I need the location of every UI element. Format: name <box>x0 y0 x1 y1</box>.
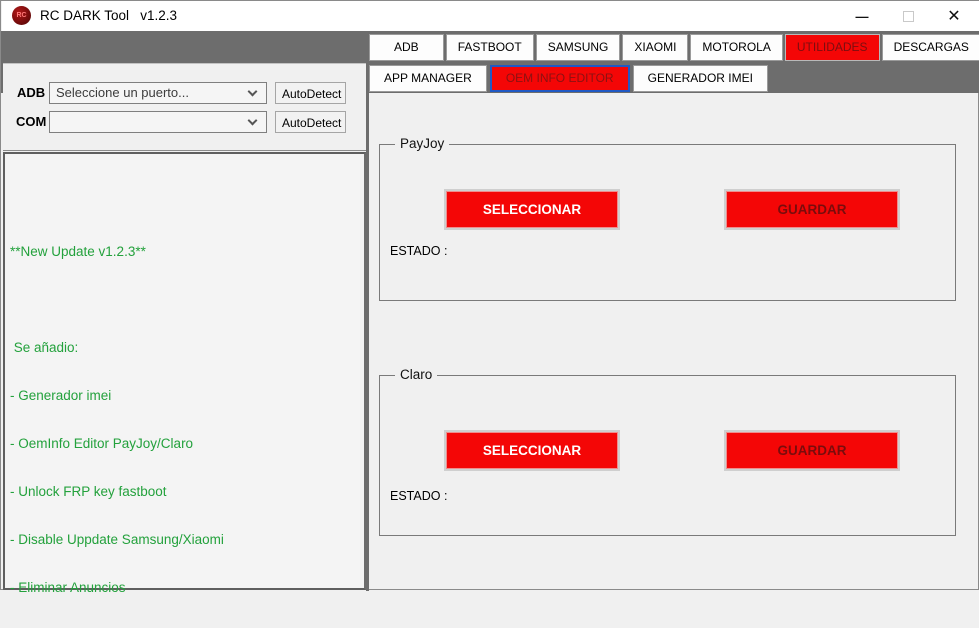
titlebar: RC RC DARK Tool v1.2.3 — ✕ <box>2 1 979 31</box>
claro-seleccionar-button[interactable]: SELECCIONAR <box>444 430 620 471</box>
adb-port-value: Seleccione un puerto... <box>56 85 189 100</box>
changelog-line: - Disable Uppdate Samsung/Xiaomi <box>10 532 224 548</box>
vertical-divider <box>366 63 369 591</box>
changelog-line: - Unlock FRP key fastboot <box>10 484 224 500</box>
changelog-line: **New Update v1.2.3** <box>10 244 224 260</box>
tab-xiaomi[interactable]: XIAOMI <box>622 34 688 61</box>
tab-descargas[interactable]: DESCARGAS <box>882 34 979 61</box>
adb-autodetect-button[interactable]: AutoDetect <box>275 82 346 104</box>
tab-samsung[interactable]: SAMSUNG <box>536 34 621 61</box>
maximize-button[interactable] <box>889 1 927 31</box>
payjoy-status-label: ESTADO : <box>390 244 447 258</box>
close-icon: ✕ <box>947 6 960 26</box>
subtab-generador-imei[interactable]: GENERADOR IMEI <box>633 65 768 92</box>
adb-label: ADB <box>17 85 45 100</box>
subtab-oem-info-editor[interactable]: OEM INFO EDITOR <box>490 65 630 92</box>
com-port-select[interactable] <box>49 111 267 133</box>
tab-fastboot[interactable]: FASTBOOT <box>446 34 534 61</box>
tab-motorola[interactable]: MOTOROLA <box>690 34 782 61</box>
claro-guardar-button[interactable]: GUARDAR <box>724 430 900 471</box>
com-label: COM <box>16 114 46 129</box>
payjoy-seleccionar-button[interactable]: SELECCIONAR <box>444 189 620 230</box>
app-icon-label: RC <box>16 12 26 19</box>
main-tab-bar: ADB FASTBOOT SAMSUNG XIAOMI MOTOROLA UTI… <box>369 34 979 61</box>
minimize-button[interactable]: — <box>843 1 881 31</box>
claro-group-title: Claro <box>395 367 437 382</box>
maximize-icon <box>903 11 914 22</box>
changelog-line <box>10 292 224 308</box>
changelog-line: - Eliminar Anuncios <box>10 580 224 596</box>
changelog-panel: **New Update v1.2.3** Se añadio: - Gener… <box>3 152 366 590</box>
app-window: RC RC DARK Tool v1.2.3 — ✕ ADB FASTBOOT … <box>0 0 979 590</box>
chevron-down-icon <box>248 116 258 126</box>
window-title: RC DARK Tool v1.2.3 <box>40 1 177 31</box>
changelog-text: **New Update v1.2.3** Se añadio: - Gener… <box>10 212 224 628</box>
sub-tab-bar: APP MANAGER OEM INFO EDITOR GENERADOR IM… <box>369 65 768 92</box>
close-button[interactable]: ✕ <box>935 1 973 31</box>
tab-utilidades[interactable]: UTILIDADES <box>785 34 880 61</box>
chevron-down-icon <box>248 87 258 97</box>
com-autodetect-button[interactable]: AutoDetect <box>275 111 346 133</box>
payjoy-guardar-button[interactable]: GUARDAR <box>724 189 900 230</box>
claro-status-label: ESTADO : <box>390 489 447 503</box>
adb-port-select[interactable]: Seleccione un puerto... <box>49 82 267 104</box>
changelog-line: - Generador imei <box>10 388 224 404</box>
ports-panel: ADB Seleccione un puerto... AutoDetect C… <box>3 63 366 151</box>
subtab-app-manager[interactable]: APP MANAGER <box>369 65 487 92</box>
payjoy-group-title: PayJoy <box>395 136 449 151</box>
minimize-icon: — <box>856 9 869 24</box>
payjoy-group: PayJoy SELECCIONAR GUARDAR ESTADO : <box>379 144 956 301</box>
app-icon: RC <box>12 6 31 25</box>
tab-adb[interactable]: ADB <box>369 34 444 61</box>
changelog-line: Se añadio: <box>10 340 224 356</box>
claro-group: Claro SELECCIONAR GUARDAR ESTADO : <box>379 375 956 536</box>
changelog-line: - OemInfo Editor PayJoy/Claro <box>10 436 224 452</box>
